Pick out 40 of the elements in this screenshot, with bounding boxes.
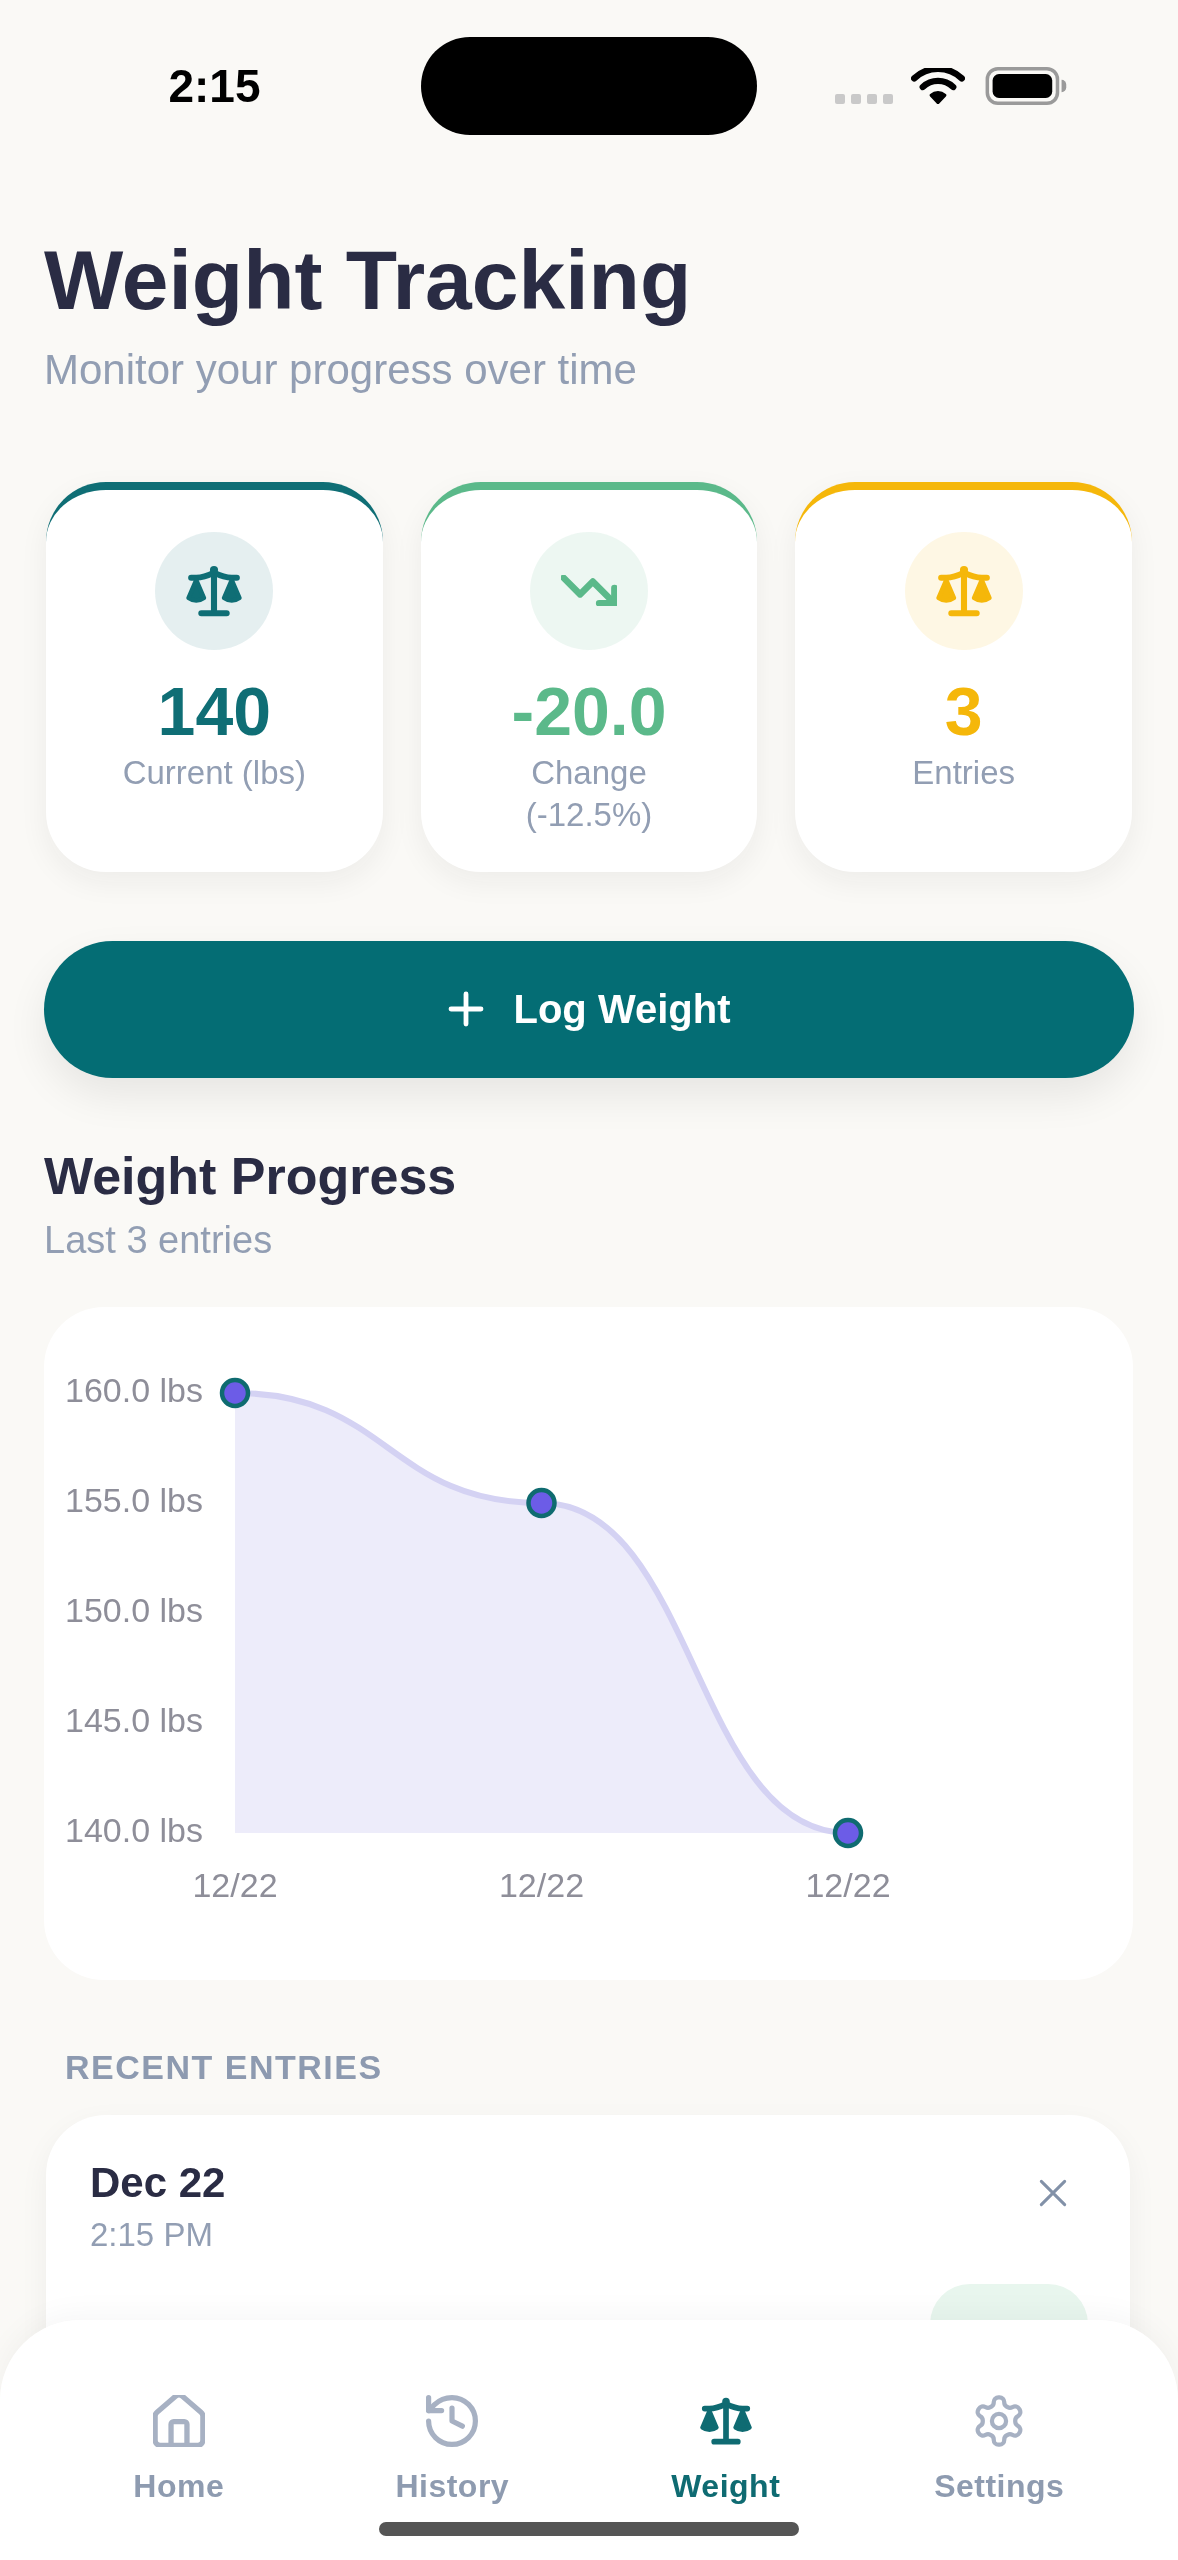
tab[interactable]: History	[395, 2395, 510, 2506]
page-title: Weight Tracking	[44, 232, 692, 329]
stat-label: Entries	[912, 753, 1015, 794]
tab[interactable]: Home	[133, 2395, 225, 2506]
y-axis-label: 145.0 lbs	[65, 1700, 203, 1739]
tab[interactable]: Weight	[671, 2395, 781, 2506]
data-point	[832, 1817, 864, 1848]
y-axis-label: 155.0 lbs	[65, 1480, 203, 1519]
stat-value: -20.0	[511, 673, 667, 749]
tab[interactable]: Settings	[934, 2395, 1065, 2506]
section-subtitle: Last 3 entries	[44, 1218, 273, 1264]
signal-icon	[835, 94, 893, 104]
home-icon	[152, 2395, 205, 2447]
stat-detail: (-12.5%)	[525, 794, 653, 835]
scale-icon	[699, 2395, 752, 2447]
section-title: Weight Progress	[44, 1145, 457, 1207]
y-axis-label: 150.0 lbs	[65, 1590, 203, 1629]
close-button[interactable]	[1039, 2179, 1067, 2208]
x-axis-label: 12/22	[805, 1865, 891, 1904]
stat-label: Change	[531, 753, 647, 794]
page-subtitle: Monitor your progress over time	[44, 345, 637, 396]
data-point	[526, 1487, 557, 1518]
clock-history-icon	[426, 2395, 479, 2447]
plus-icon	[447, 991, 484, 1028]
stat-label: Current (lbs)	[122, 753, 306, 794]
log-weight-button[interactable]: Log Weight	[44, 940, 1134, 1078]
entry-time: 2:15 PM	[90, 2214, 214, 2255]
entry-date: Dec 22	[90, 2158, 226, 2209]
x-axis-label: 12/22	[498, 1865, 585, 1904]
close-icon	[1039, 2179, 1067, 2208]
stat-value: 140	[157, 673, 272, 749]
wifi-icon	[911, 68, 965, 104]
stat-value: 3	[944, 673, 983, 749]
x-axis-label: 12/22	[192, 1865, 278, 1904]
battery-icon	[985, 67, 1068, 105]
status-time: 2:15	[168, 63, 261, 109]
section-heading: RECENT ENTRIES	[65, 2046, 383, 2088]
data-point	[219, 1377, 251, 1408]
y-axis-label: 160.0 lbs	[65, 1370, 203, 1409]
y-axis-label: 140.0 lbs	[65, 1810, 203, 1849]
